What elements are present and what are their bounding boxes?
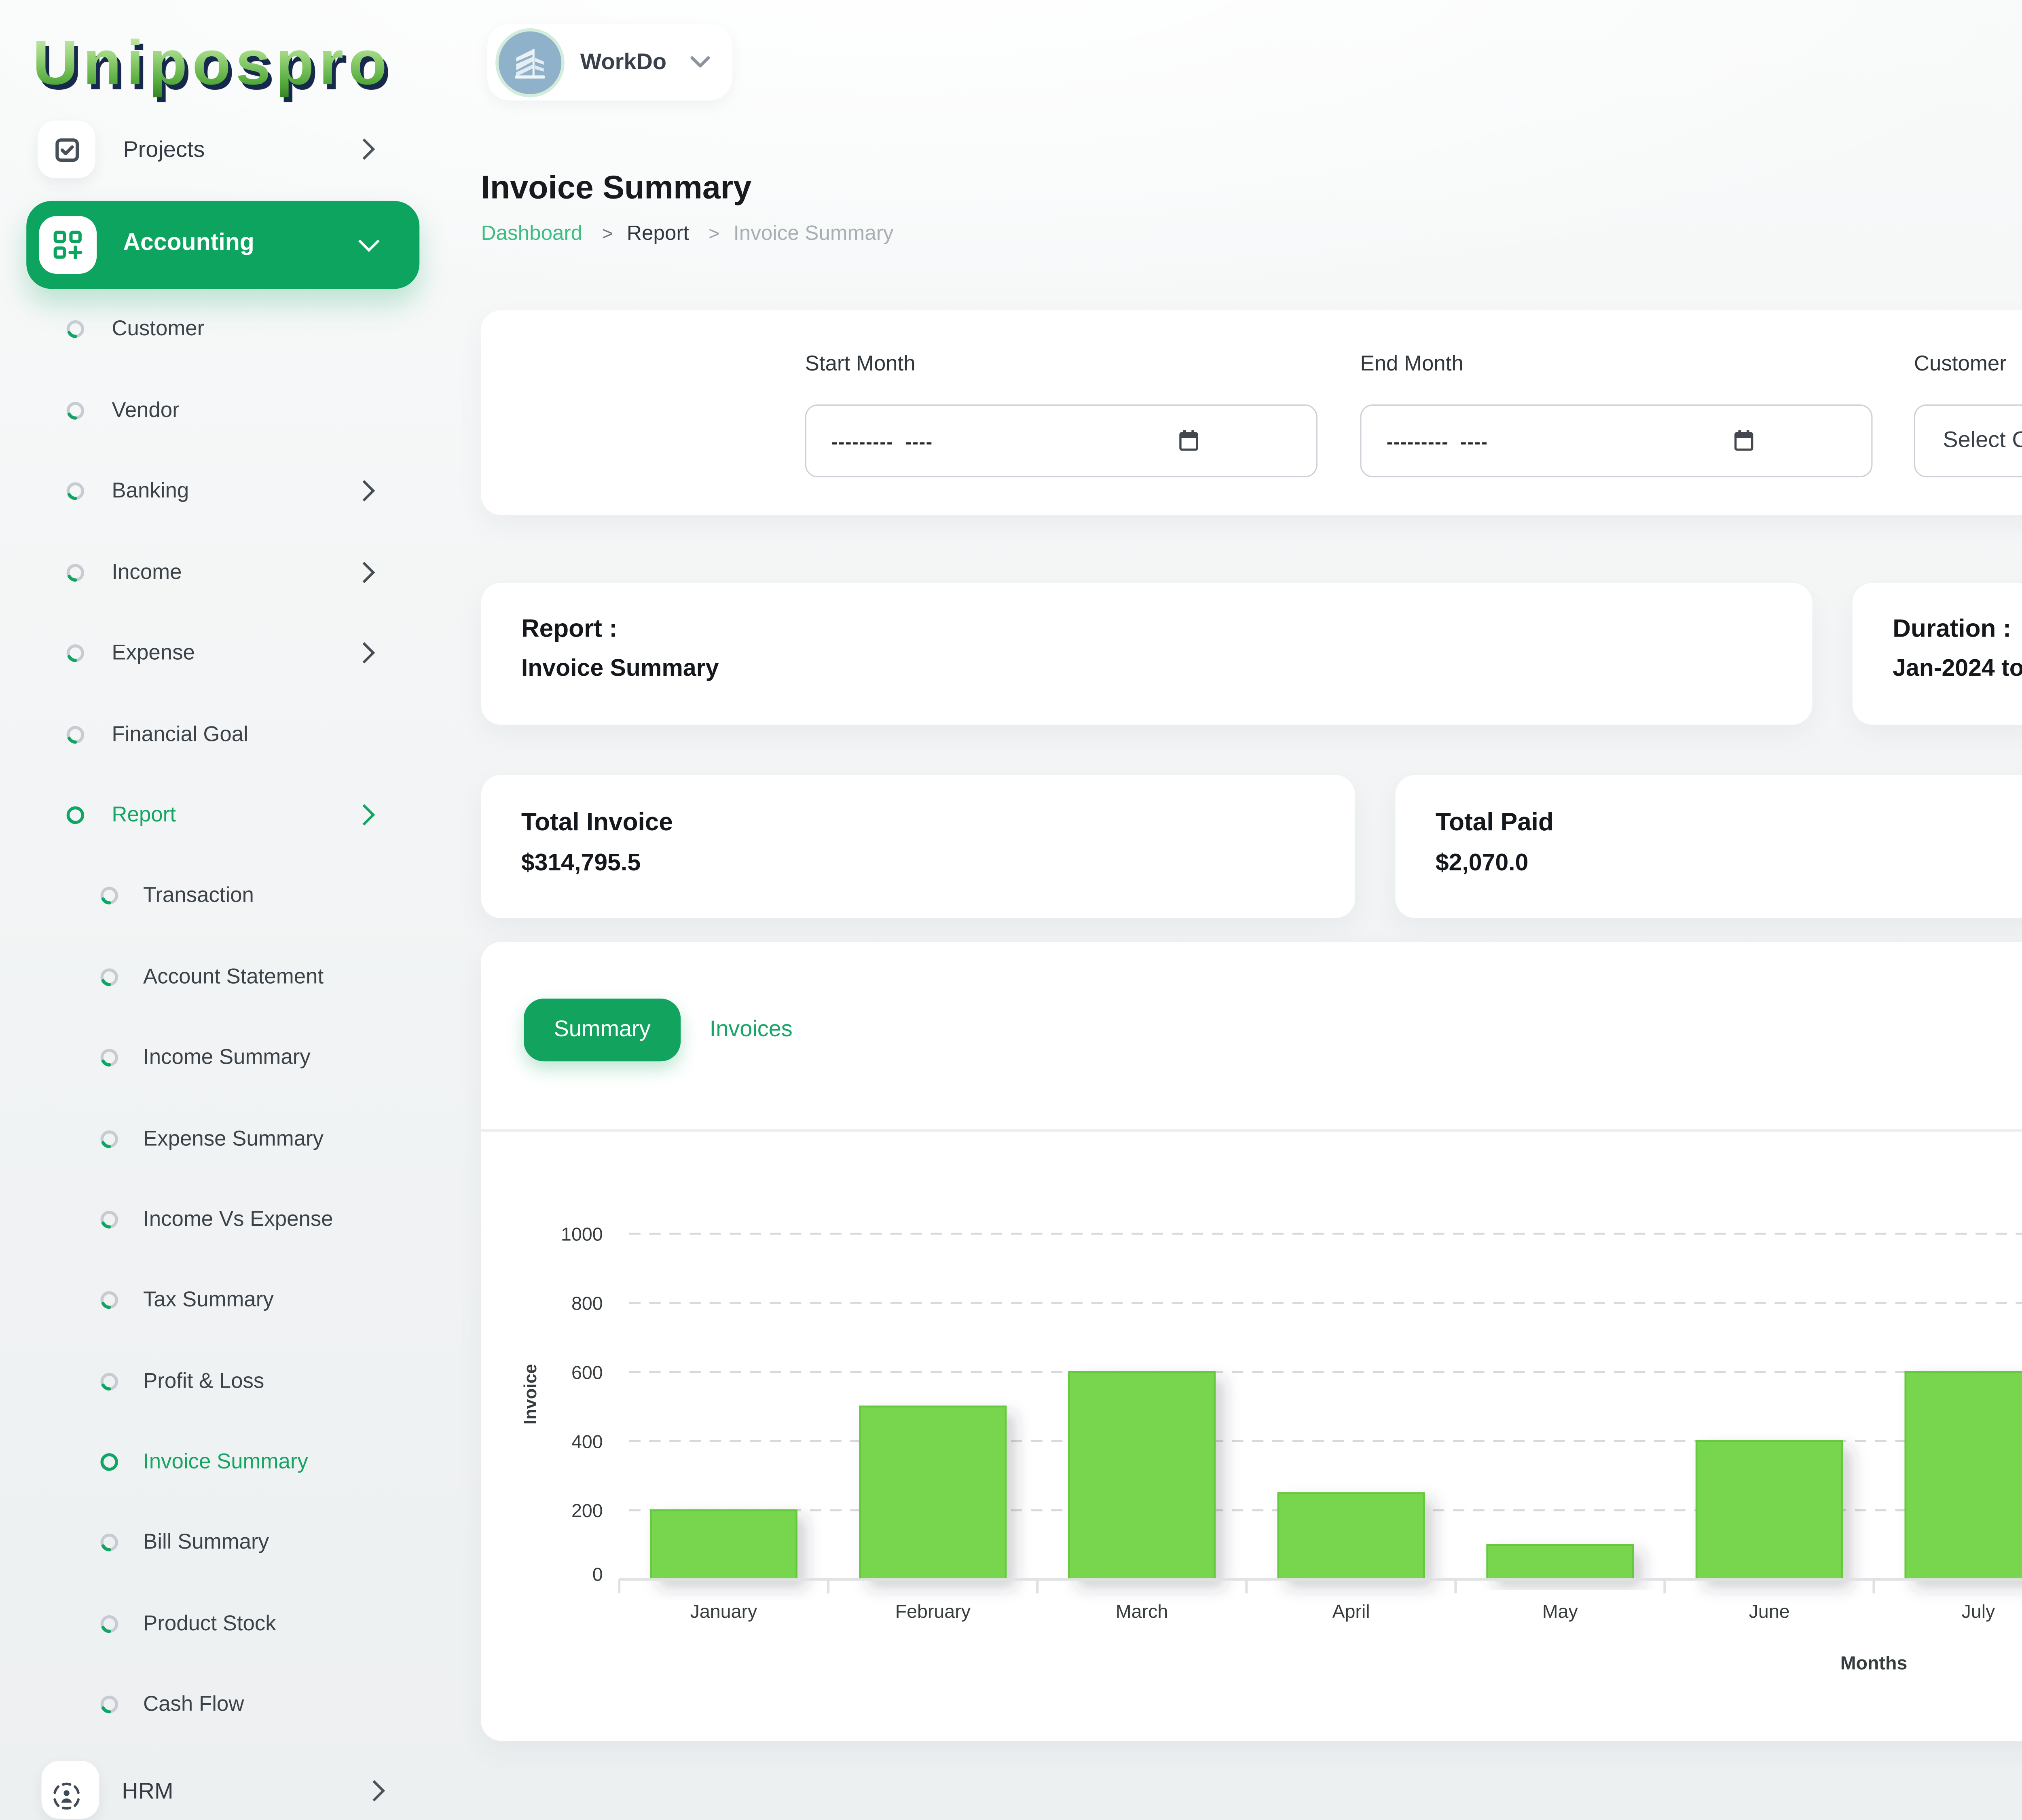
svg-text:May: May	[1542, 1601, 1578, 1622]
svg-text:1000: 1000	[561, 1223, 603, 1244]
svg-text:January: January	[690, 1601, 757, 1622]
svg-text:400: 400	[571, 1431, 603, 1452]
svg-text:April: April	[1332, 1601, 1370, 1622]
svg-text:0: 0	[592, 1564, 603, 1585]
svg-text:600: 600	[571, 1362, 603, 1383]
svg-text:March: March	[1116, 1601, 1168, 1622]
svg-text:February: February	[895, 1601, 971, 1622]
svg-text:200: 200	[571, 1500, 603, 1521]
svg-text:July: July	[1962, 1601, 1996, 1622]
svg-text:June: June	[1749, 1601, 1790, 1622]
svg-text:800: 800	[571, 1293, 603, 1314]
svg-text:Months: Months	[1840, 1652, 1908, 1673]
svg-text:Invoice: Invoice	[521, 1364, 540, 1424]
